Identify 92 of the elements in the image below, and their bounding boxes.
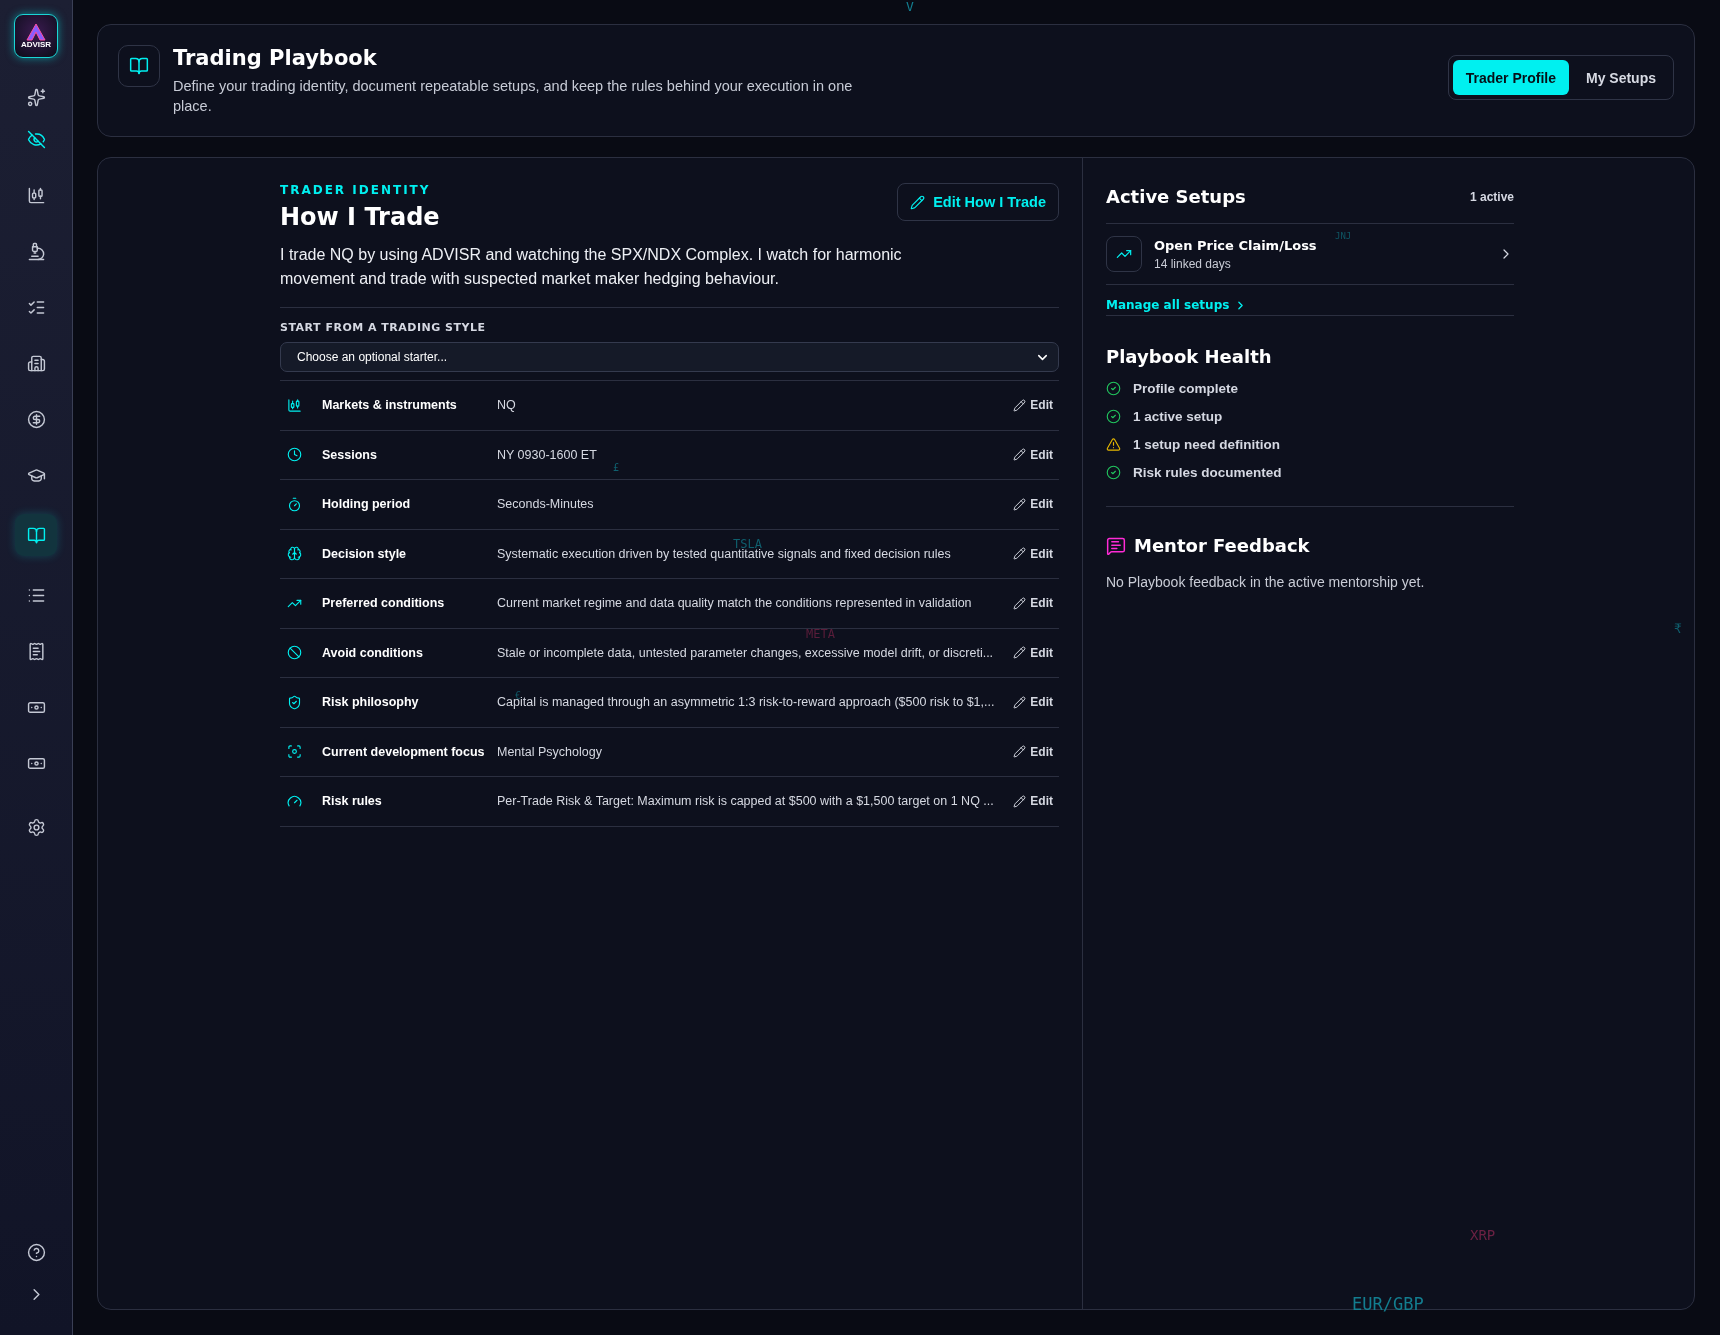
section-title: Playbook Health bbox=[1106, 346, 1273, 367]
row-label: Sessions bbox=[322, 447, 378, 462]
edit-button[interactable]: Edit bbox=[1013, 742, 1053, 761]
row-label: Risk rules bbox=[322, 794, 383, 809]
settings-icon bbox=[26, 817, 46, 837]
health-item: Profile complete bbox=[1133, 381, 1239, 396]
row-value: Per-Trade Risk & Target: Maximum risk is capped at $500 with a $1,500 target on 1 NQ ... bbox=[497, 794, 995, 809]
message-icon bbox=[1106, 535, 1126, 556]
tab[interactable]: My Setups bbox=[1573, 60, 1669, 95]
edit-button[interactable]: Edit bbox=[1013, 396, 1053, 415]
help-icon bbox=[26, 1242, 46, 1262]
check-circle-icon bbox=[1106, 409, 1121, 424]
pencil-icon bbox=[1013, 448, 1027, 462]
edit-button[interactable]: Edit bbox=[1013, 693, 1053, 712]
pencil-icon bbox=[1013, 695, 1027, 709]
row-label: Avoid conditions bbox=[322, 645, 424, 660]
ticker-text: V bbox=[906, 0, 914, 13]
ticker-text: XRP bbox=[1470, 1228, 1496, 1242]
field-label: START FROM A TRADING STYLE bbox=[280, 321, 487, 334]
pencil-icon bbox=[1013, 745, 1027, 759]
shield-check-icon bbox=[287, 694, 302, 710]
pencil-icon bbox=[910, 194, 926, 210]
row-label: Holding period bbox=[322, 497, 412, 512]
pencil-icon bbox=[1013, 547, 1027, 561]
gauge-icon bbox=[287, 793, 302, 809]
clock-icon bbox=[287, 447, 302, 463]
stopwatch-icon bbox=[287, 496, 302, 512]
pencil-icon bbox=[1013, 646, 1027, 660]
section-title: Active Setups bbox=[1106, 186, 1246, 207]
logo-mark-icon bbox=[25, 23, 47, 41]
eye-off-icon bbox=[26, 129, 46, 149]
candlestick-chart-icon bbox=[287, 397, 302, 413]
mentor-message: No Playbook feedback in the active mentorship yet. bbox=[1106, 574, 1426, 590]
open-book-icon bbox=[26, 525, 46, 545]
row-label: Preferred conditions bbox=[322, 596, 446, 611]
check-circle-icon bbox=[1106, 381, 1121, 396]
row-value: Stale or incomplete data, untested parameter changes, excessive model drift, or discreti... bbox=[497, 645, 995, 660]
edit-button[interactable]: Edit bbox=[1013, 643, 1053, 662]
row-label: Decision style bbox=[322, 546, 408, 561]
sidebar-item[interactable] bbox=[15, 514, 57, 556]
pencil-icon bbox=[1013, 794, 1027, 808]
building-icon bbox=[26, 353, 46, 373]
pencil-icon bbox=[1013, 497, 1027, 511]
row-value: Seconds-Minutes bbox=[497, 497, 595, 512]
health-item: Risk rules documented bbox=[1133, 465, 1282, 480]
check-circle-icon bbox=[1106, 465, 1121, 480]
row-label: Risk philosophy bbox=[322, 695, 420, 710]
row-value: NY 0930-1600 ET bbox=[497, 447, 598, 462]
health-item: 1 setup need definition bbox=[1133, 437, 1280, 452]
setup-name: Open Price Claim/Loss bbox=[1154, 237, 1318, 253]
manage-setups-link[interactable]: Manage all setups bbox=[1106, 298, 1248, 312]
focus-icon bbox=[287, 744, 302, 760]
trading-description: I trade NQ by using ADVISR and watching the SPX/NDX Complex. I watch for harmonic movement and trade with suspected market maker hedging behaviour. bbox=[280, 245, 903, 289]
edit-button[interactable]: Edit bbox=[1013, 544, 1053, 563]
dollar-coin-icon bbox=[26, 409, 46, 429]
sparkles-icon bbox=[26, 87, 46, 107]
row-label: Current development focus bbox=[322, 744, 486, 759]
edit-button[interactable]: Edit bbox=[1013, 495, 1053, 514]
receipt-icon bbox=[26, 641, 46, 661]
row-value: NQ bbox=[497, 398, 517, 413]
row-value: Mental Psychology bbox=[497, 744, 603, 759]
candlestick-chart-icon bbox=[26, 185, 46, 205]
section-title: Mentor Feedback bbox=[1134, 535, 1310, 556]
microscope-icon bbox=[26, 241, 46, 261]
brain-icon bbox=[287, 546, 302, 562]
edit-button[interactable]: Edit bbox=[1013, 445, 1053, 464]
app-logo[interactable]: ADVISR bbox=[14, 14, 58, 58]
prohibited-icon bbox=[287, 645, 302, 661]
ticker-text: EUR/GBP bbox=[1352, 1296, 1424, 1313]
open-book-icon bbox=[129, 56, 149, 76]
warning-icon bbox=[1106, 437, 1121, 452]
ticker-text: META bbox=[806, 628, 835, 640]
row-value: Current market regime and data quality match the conditions represented in validation bbox=[497, 596, 973, 611]
section-title: How I Trade bbox=[280, 203, 440, 231]
health-item: 1 active setup bbox=[1133, 409, 1223, 424]
edit-how-i-trade-button[interactable]: Edit How I Trade bbox=[897, 183, 1059, 221]
setup-meta: 14 linked days bbox=[1154, 256, 1232, 271]
edit-button[interactable]: Edit bbox=[1013, 792, 1053, 811]
row-label: Markets & instruments bbox=[322, 398, 458, 413]
ticker-text: JNJ bbox=[1335, 232, 1352, 241]
page-subtitle: Define your trading identity, document repeatable setups, and keep the rules behind your execution in one place. bbox=[173, 77, 854, 116]
ticker-text: ₹ bbox=[1674, 622, 1682, 635]
section-eyebrow: TRADER IDENTITY bbox=[280, 183, 432, 197]
pencil-icon bbox=[1013, 398, 1027, 412]
edit-button[interactable]: Edit bbox=[1013, 594, 1053, 613]
active-count: 1 active bbox=[1469, 189, 1514, 204]
ticker-text: £ bbox=[613, 463, 620, 473]
logo-text: ADVISR bbox=[20, 41, 52, 49]
page-title: Trading Playbook bbox=[173, 46, 378, 70]
tab[interactable]: Trader Profile bbox=[1452, 60, 1569, 95]
starter-select[interactable]: Choose an optional starter... bbox=[280, 342, 1059, 372]
pencil-icon bbox=[1013, 596, 1027, 610]
